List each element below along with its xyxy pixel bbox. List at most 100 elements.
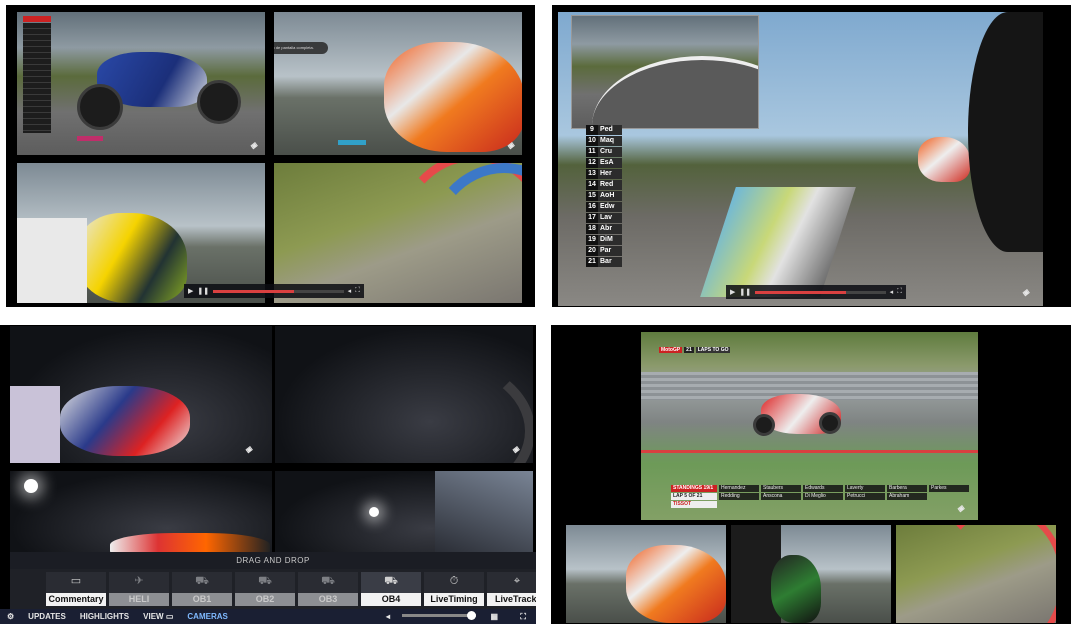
player-controls[interactable]: ▶ ❚❚ ◂ ⛶ (726, 285, 906, 299)
volume-icon[interactable]: ◂ (348, 287, 352, 295)
rider-name: Barbera (887, 485, 927, 492)
nav-highlights[interactable]: HIGHLIGHTS (73, 609, 136, 624)
honda-badge (338, 140, 366, 145)
video-tile-night-onboard[interactable] (275, 471, 533, 553)
thumbnail-honda[interactable] (566, 525, 726, 623)
tower-row: 13 Her (586, 169, 622, 179)
camera-button-ob3[interactable]: ⛟ OB3 (298, 572, 358, 606)
tower-row: 15 AoH (586, 191, 622, 201)
rider-name: Staubers (761, 485, 801, 492)
quad-main-with-pip: ◈ 9 Ped 10 Maq 11 Cru 12 EsA 13 Her 14 Red 15 A… (552, 5, 1071, 307)
motorbike-icon: ⛟ (384, 575, 398, 587)
camera-label: LiveTracki (487, 593, 536, 606)
laps-label: LAPS TO GO (695, 347, 731, 353)
rider-name: Di Meglio (803, 493, 843, 500)
rider-name: Laverty (845, 485, 885, 492)
pause-icon[interactable]: ❚❚ (197, 287, 209, 295)
lap-tag: LAP 5 OF 21 (671, 493, 717, 500)
thumbnail-aerial-track[interactable] (896, 525, 1056, 623)
track-strip (700, 187, 856, 297)
video-tile-aerial-track[interactable] (274, 163, 522, 303)
motorbike-icon: ⛟ (321, 575, 335, 587)
camera-button-livetracking[interactable]: ⌖ LiveTracki (487, 572, 536, 606)
video-tile-night-pack[interactable] (10, 471, 272, 553)
standings-row: STANDINGS 19/1 Hernandez Staubers Edward… (671, 485, 969, 492)
nav-view[interactable]: VIEW ▭ (136, 609, 180, 624)
pip-video-overhead[interactable] (571, 15, 759, 129)
fullscreen-icon[interactable]: ⛶ (897, 288, 902, 296)
tower-row: 14 Red (586, 180, 622, 190)
fullscreen-icon[interactable]: ⛶ (355, 287, 360, 295)
pip-track-surface (592, 56, 758, 128)
rider-night-lean (60, 386, 190, 456)
tower-row: 17 Lav (586, 213, 622, 223)
stopwatch-icon: ⏱ (449, 575, 459, 587)
front-wheel (753, 414, 775, 436)
tower-row: 18 Abr (586, 224, 622, 234)
tower-row: 21 Bar (586, 257, 622, 267)
camera-label: Commentary (46, 593, 106, 606)
camera-label: HELI (109, 593, 169, 606)
quad-main-with-thumbnails: MotoGP 21 LAPS TO GO STANDINGS 19/1 Hern… (551, 325, 1071, 624)
front-wheel (77, 84, 123, 130)
video-tile-night-track[interactable]: ◈ (275, 326, 533, 463)
rider-honda-repsol (384, 42, 522, 152)
race-header: MotoGP 21 LAPS TO GO (659, 347, 731, 353)
player-controls[interactable]: ▶ ❚❚ ◂ ⛶ (184, 284, 364, 298)
camera-label: OB1 (172, 593, 232, 606)
camera-button-commentary[interactable]: ▭ Commentary (46, 572, 106, 606)
play-icon[interactable]: ▶ (730, 288, 735, 296)
helicopter-icon: ✈ (134, 575, 144, 587)
track-curb (936, 525, 1056, 623)
seek-bar[interactable] (755, 290, 886, 294)
rider-name: Hernandez (719, 485, 759, 492)
video-tile-onboard-rear[interactable] (17, 163, 265, 303)
motogp-logo: ◈ (1022, 287, 1029, 297)
camera-button-ob4[interactable]: ⛟ OB4 (361, 572, 421, 606)
camera-button-livetiming[interactable]: ⏱ LiveTiming (424, 572, 484, 606)
motogp-logo: ◈ (507, 140, 514, 150)
rider-name: Parkes (929, 485, 969, 492)
video-tile-rider-yamaha[interactable]: ◈ (17, 12, 265, 155)
camera-label: OB2 (235, 593, 295, 606)
camera-button-ob2[interactable]: ⛟ OB2 (235, 572, 295, 606)
volume-knob[interactable] (467, 611, 476, 620)
standings-overlay: STANDINGS 19/1 Hernandez Staubers Edward… (671, 485, 969, 508)
volume-icon[interactable]: ◂ (890, 288, 894, 296)
fullscreen-exit-tooltip: Presione Esc para salir del modo de pant… (274, 42, 328, 54)
view-layout-icon: ▭ (165, 612, 174, 621)
camera-button-ob1[interactable]: ⛟ OB1 (172, 572, 232, 606)
tower-row: 16 Edw (586, 202, 622, 212)
volume-icon[interactable]: ◂ (386, 609, 390, 624)
rider-honda-repsol (626, 545, 726, 623)
gear-icon[interactable]: ⚙ (0, 609, 21, 624)
play-icon[interactable]: ▶ (188, 287, 193, 295)
fullscreen-icon[interactable]: ⛶ (520, 609, 526, 624)
rear-wheel (819, 412, 841, 434)
pause-icon[interactable]: ❚❚ (739, 288, 751, 296)
rider-name: Anscona (761, 493, 801, 500)
rider-green (771, 555, 821, 623)
motogp-logo: ◈ (512, 444, 519, 454)
rider-name: Edwards (803, 485, 843, 492)
race-brand: MotoGP (659, 347, 683, 353)
camera-label: OB4 (361, 593, 421, 606)
red-line (641, 450, 978, 453)
mini-timing-tower (23, 16, 51, 133)
motorbike-icon: ⛟ (195, 575, 209, 587)
main-video-ducati[interactable]: MotoGP 21 LAPS TO GO STANDINGS 19/1 Hern… (641, 332, 978, 520)
standings-tag: STANDINGS 19/1 (671, 485, 717, 492)
layout-icon[interactable]: ▦ (490, 609, 498, 624)
sponsor-tag: TISSOT (671, 501, 717, 508)
nav-updates[interactable]: UPDATES (21, 609, 73, 624)
volume-slider[interactable] (402, 611, 476, 620)
timing-tower: 9 Ped 10 Maq 11 Cru 12 EsA 13 Her 14 Red 15 AoH… (586, 125, 622, 267)
seek-bar[interactable] (213, 289, 344, 293)
video-tile-rider-honda[interactable]: Presione Esc para salir del modo de pant… (274, 12, 522, 155)
camera-button-heli[interactable]: ✈ HELI (109, 572, 169, 606)
video-tile-night-rider[interactable]: ◈ (10, 326, 272, 463)
thumbnail-onboard-green[interactable] (731, 525, 891, 623)
rider-honda-distant (918, 137, 970, 182)
nav-cameras[interactable]: CAMERAS (180, 609, 234, 624)
standings-row: TISSOT (671, 501, 969, 508)
